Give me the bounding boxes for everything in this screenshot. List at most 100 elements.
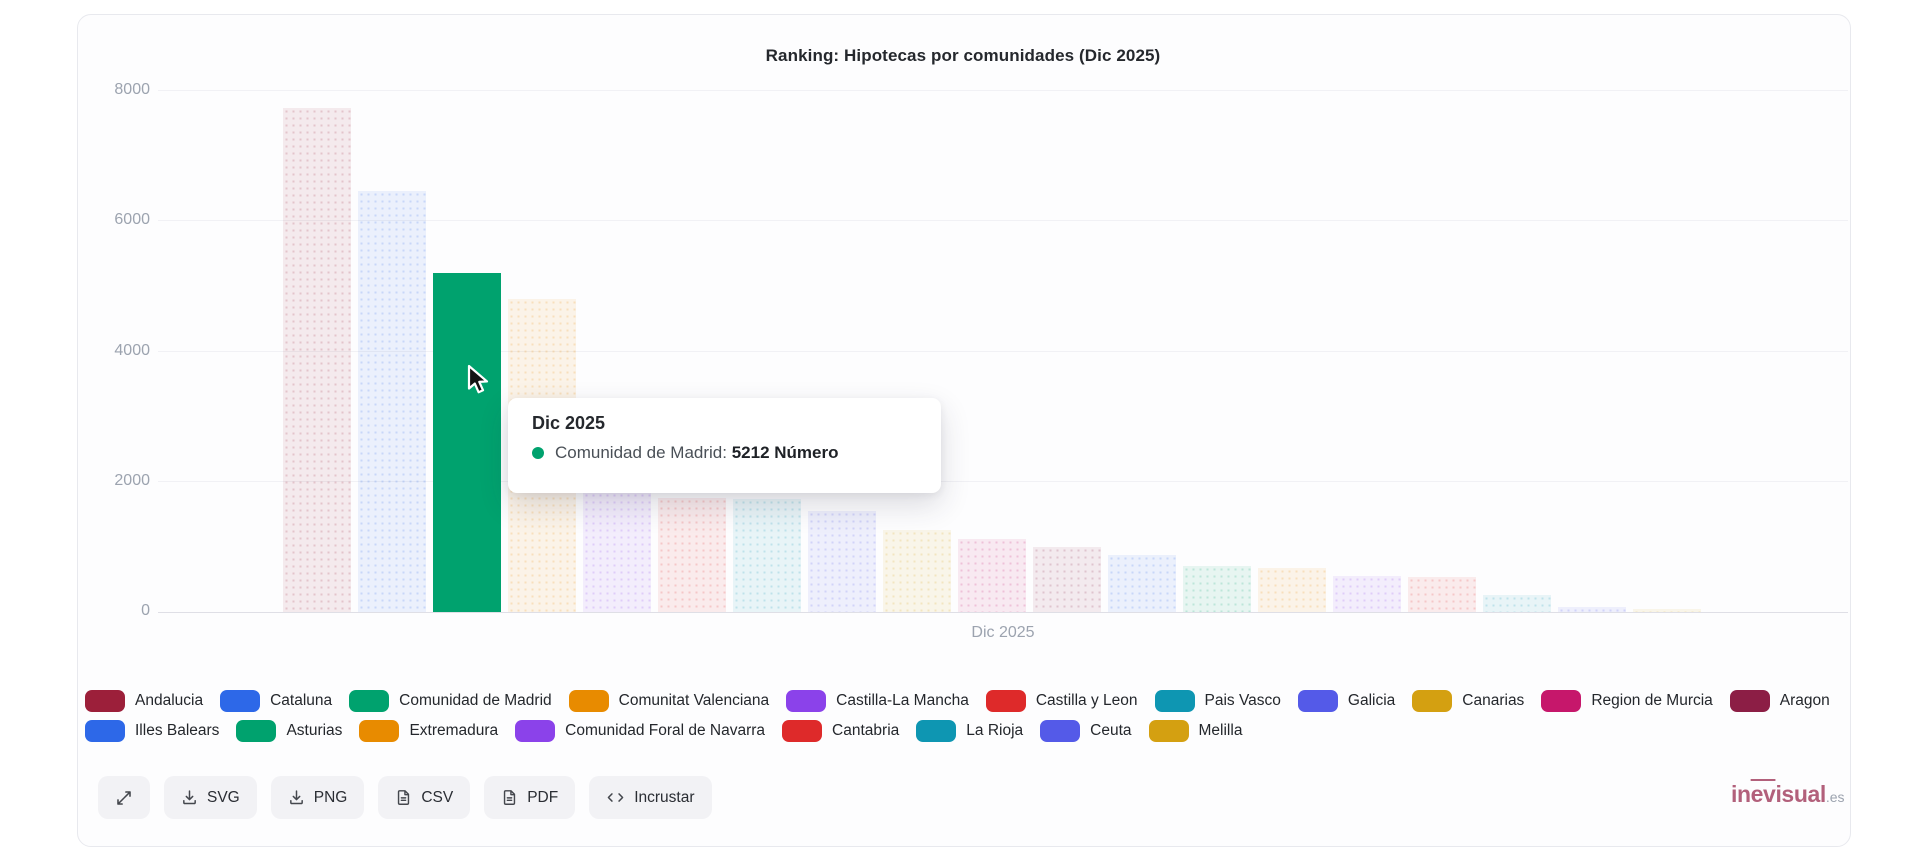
- legend-item[interactable]: Ceuta: [1040, 720, 1132, 742]
- export-svg-button[interactable]: SVG: [164, 776, 257, 819]
- legend-label: Extremadura: [409, 722, 499, 739]
- chart-bar[interactable]: [808, 511, 876, 612]
- chart-bar[interactable]: [883, 530, 951, 612]
- legend-swatch-icon: [359, 720, 400, 742]
- brand-logo[interactable]: inevisual.es: [1731, 781, 1845, 808]
- download-icon: [181, 789, 198, 806]
- legend-label: Castilla-La Mancha: [836, 692, 969, 709]
- legend-swatch-icon: [782, 720, 823, 742]
- legend: Andalucia Cataluna Comunidad de Madrid Comu…: [85, 690, 1865, 742]
- y-axis-tick-label: 8000: [114, 81, 150, 98]
- file-icon: [501, 789, 518, 806]
- button-label: Incrustar: [634, 788, 695, 806]
- chart-bar[interactable]: [1258, 568, 1326, 612]
- legend-label: Comunidad de Madrid: [399, 692, 552, 709]
- legend-item[interactable]: La Rioja: [916, 720, 1023, 742]
- y-axis-tick-label: 2000: [114, 471, 150, 489]
- file-icon: [395, 789, 412, 806]
- chart-bar[interactable]: [733, 499, 801, 612]
- legend-swatch-icon: [985, 690, 1026, 712]
- legend-item[interactable]: Asturias: [236, 720, 342, 742]
- legend-swatch-icon: [916, 720, 957, 742]
- y-axis-tick-label: 6000: [114, 211, 150, 229]
- legend-item[interactable]: Comunidad Foral de Navarra: [515, 720, 765, 742]
- legend-label: Galicia: [1347, 692, 1396, 709]
- chart-bar[interactable]: [358, 191, 426, 612]
- tooltip-title: Dic 2025: [532, 413, 606, 433]
- tooltip: Dic 2025 Comunidad de Madrid: 5212 Númer…: [508, 398, 941, 493]
- legend-swatch-icon: [1148, 720, 1189, 742]
- legend-item[interactable]: Comunitat Valenciana: [568, 690, 770, 712]
- legend-item[interactable]: Melilla: [1148, 720, 1243, 742]
- chart-bar[interactable]: [1108, 555, 1176, 612]
- legend-item[interactable]: Illes Balears: [85, 720, 219, 742]
- legend-label: Melilla: [1198, 722, 1243, 739]
- button-label: PNG: [313, 788, 348, 806]
- chart-bar[interactable]: [583, 492, 651, 612]
- page: Ranking: Hipotecas por comunidades (Dic …: [0, 0, 1920, 853]
- y-axis-tick-label: 0: [141, 602, 150, 619]
- chart-bar[interactable]: [1183, 566, 1251, 612]
- legend-label: Cantabria: [832, 722, 900, 739]
- legend-item[interactable]: Castilla-La Mancha: [786, 690, 969, 712]
- fullscreen-button[interactable]: [98, 776, 150, 819]
- legend-label: Andalucia: [135, 692, 204, 709]
- legend-label: Castilla y Leon: [1035, 692, 1138, 709]
- chart-bar[interactable]: [433, 273, 501, 612]
- x-axis-tick-label: Dic 2025: [971, 624, 1035, 641]
- tooltip-value: 5212 Número: [731, 443, 839, 462]
- plot-area: [158, 90, 1848, 612]
- chart-bar[interactable]: [1333, 576, 1401, 612]
- export-pdf-button[interactable]: PDF: [484, 776, 576, 819]
- legend-item[interactable]: Aragon: [1729, 690, 1830, 712]
- legend-swatch-icon: [515, 720, 556, 742]
- legend-swatch-icon: [220, 690, 261, 712]
- legend-item[interactable]: Galicia: [1297, 690, 1396, 712]
- legend-item[interactable]: Region de Murcia: [1541, 690, 1713, 712]
- chart-bar[interactable]: [283, 108, 351, 612]
- legend-label: Comunidad Foral de Navarra: [565, 722, 766, 739]
- brand-logo-suffix: .es: [1825, 789, 1845, 805]
- chart-bar[interactable]: [958, 539, 1026, 612]
- legend-label: Pais Vasco: [1204, 692, 1281, 709]
- button-label: SVG: [207, 788, 240, 806]
- legend-label: Aragon: [1779, 692, 1830, 709]
- chart-bar[interactable]: [1483, 595, 1551, 612]
- legend-row: Andalucia Cataluna Comunidad de Madrid Comu…: [85, 690, 1865, 712]
- legend-swatch-icon: [568, 690, 609, 712]
- toolbar: SVG PNG CSV PDF Incrustar: [98, 776, 712, 819]
- export-png-button[interactable]: PNG: [270, 776, 365, 819]
- chart-title: Ranking: Hipotecas por comunidades (Dic …: [765, 46, 1161, 65]
- chart-bar[interactable]: [1408, 577, 1476, 612]
- legend-swatch-icon: [349, 690, 390, 712]
- legend-label: Canarias: [1462, 692, 1525, 709]
- embed-button[interactable]: Incrustar: [589, 776, 712, 819]
- legend-swatch-icon: [1297, 690, 1338, 712]
- legend-label: Comunitat Valenciana: [618, 692, 770, 709]
- export-csv-button[interactable]: CSV: [378, 776, 471, 819]
- legend-item[interactable]: Comunidad de Madrid: [349, 690, 552, 712]
- legend-label: Illes Balears: [135, 722, 220, 739]
- legend-swatch-icon: [786, 690, 827, 712]
- legend-item[interactable]: Andalucia: [85, 690, 203, 712]
- x-axis-line: [158, 612, 1848, 613]
- legend-item[interactable]: Castilla y Leon: [985, 690, 1138, 712]
- legend-swatch-icon: [85, 720, 125, 742]
- tooltip-series-label: Comunidad de Madrid: 5212 Número: [555, 443, 839, 462]
- legend-label: Asturias: [286, 722, 343, 739]
- expand-icon: [115, 789, 133, 807]
- legend-item[interactable]: Pais Vasco: [1154, 690, 1281, 712]
- series-dot-icon: [532, 447, 544, 459]
- legend-swatch-icon: [85, 690, 125, 712]
- legend-swatch-icon: [236, 720, 277, 742]
- legend-item[interactable]: Cantabria: [782, 720, 899, 742]
- tooltip-row: Comunidad de Madrid: 5212 Número: [532, 443, 917, 463]
- legend-item[interactable]: Cataluna: [220, 690, 332, 712]
- chart-bar[interactable]: [658, 498, 726, 612]
- chart-bar[interactable]: [1033, 547, 1101, 612]
- legend-item[interactable]: Canarias: [1412, 690, 1524, 712]
- legend-swatch-icon: [1040, 720, 1081, 742]
- legend-label: Ceuta: [1090, 722, 1132, 739]
- legend-item[interactable]: Extremadura: [359, 720, 498, 742]
- legend-swatch-icon: [1154, 690, 1195, 712]
